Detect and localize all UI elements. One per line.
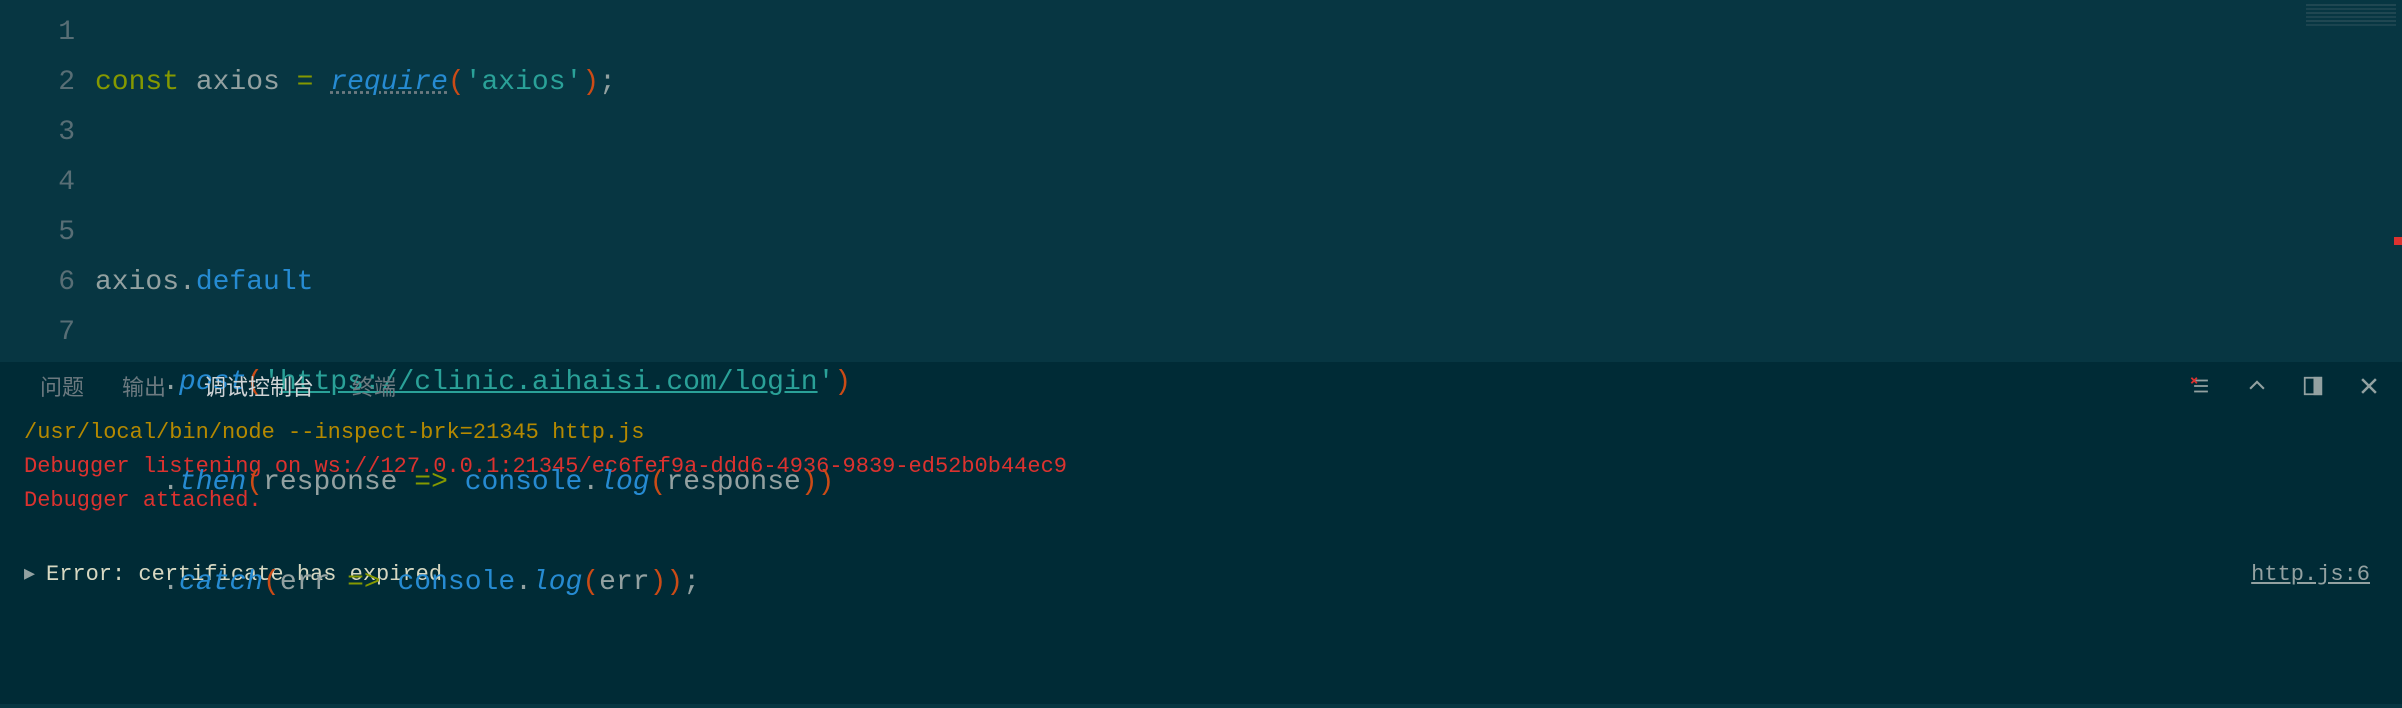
line-number-gutter: 1 2 3 4 5 6 7: [0, 0, 95, 360]
line-number: 6: [0, 258, 95, 308]
line-number: 1: [0, 8, 95, 58]
line-number: 2: [0, 58, 95, 108]
code-line[interactable]: axios.default: [95, 258, 2232, 308]
code-content[interactable]: const axios = require('axios'); axios.de…: [95, 0, 2232, 360]
chevron-up-icon[interactable]: [2244, 373, 2270, 399]
code-line[interactable]: .catch(err => console.log(err));: [95, 558, 2232, 608]
error-source-link[interactable]: http.js:6: [2251, 558, 2378, 592]
overview-ruler-marker: [2394, 237, 2402, 245]
line-number: 3: [0, 108, 95, 158]
chevron-right-icon[interactable]: ▸: [24, 558, 38, 592]
line-number: 4: [0, 158, 95, 208]
code-line[interactable]: .then(response => console.log(response)): [95, 458, 2232, 508]
editor-area: 1 2 3 4 5 6 7 const axios = require('axi…: [0, 0, 2402, 360]
line-number: 5: [0, 208, 95, 258]
tab-debug-console[interactable]: 调试控制台: [204, 370, 314, 402]
panel-tabs: 问题 输出 调试控制台 终端: [0, 362, 2402, 410]
panel-layout-icon[interactable]: [2300, 373, 2326, 399]
code-line[interactable]: const axios = require('axios');: [95, 58, 2232, 108]
code-line[interactable]: [95, 158, 2232, 208]
minimap[interactable]: [2232, 0, 2402, 360]
close-icon[interactable]: [2356, 373, 2382, 399]
panel-actions: [2188, 373, 2382, 399]
tab-output[interactable]: 输出: [122, 370, 166, 402]
tab-problems[interactable]: 问题: [40, 370, 84, 402]
minimap-preview: [2306, 4, 2396, 34]
line-number: 7: [0, 308, 95, 358]
tab-terminal[interactable]: 终端: [352, 370, 396, 402]
clear-console-icon[interactable]: [2188, 373, 2214, 399]
